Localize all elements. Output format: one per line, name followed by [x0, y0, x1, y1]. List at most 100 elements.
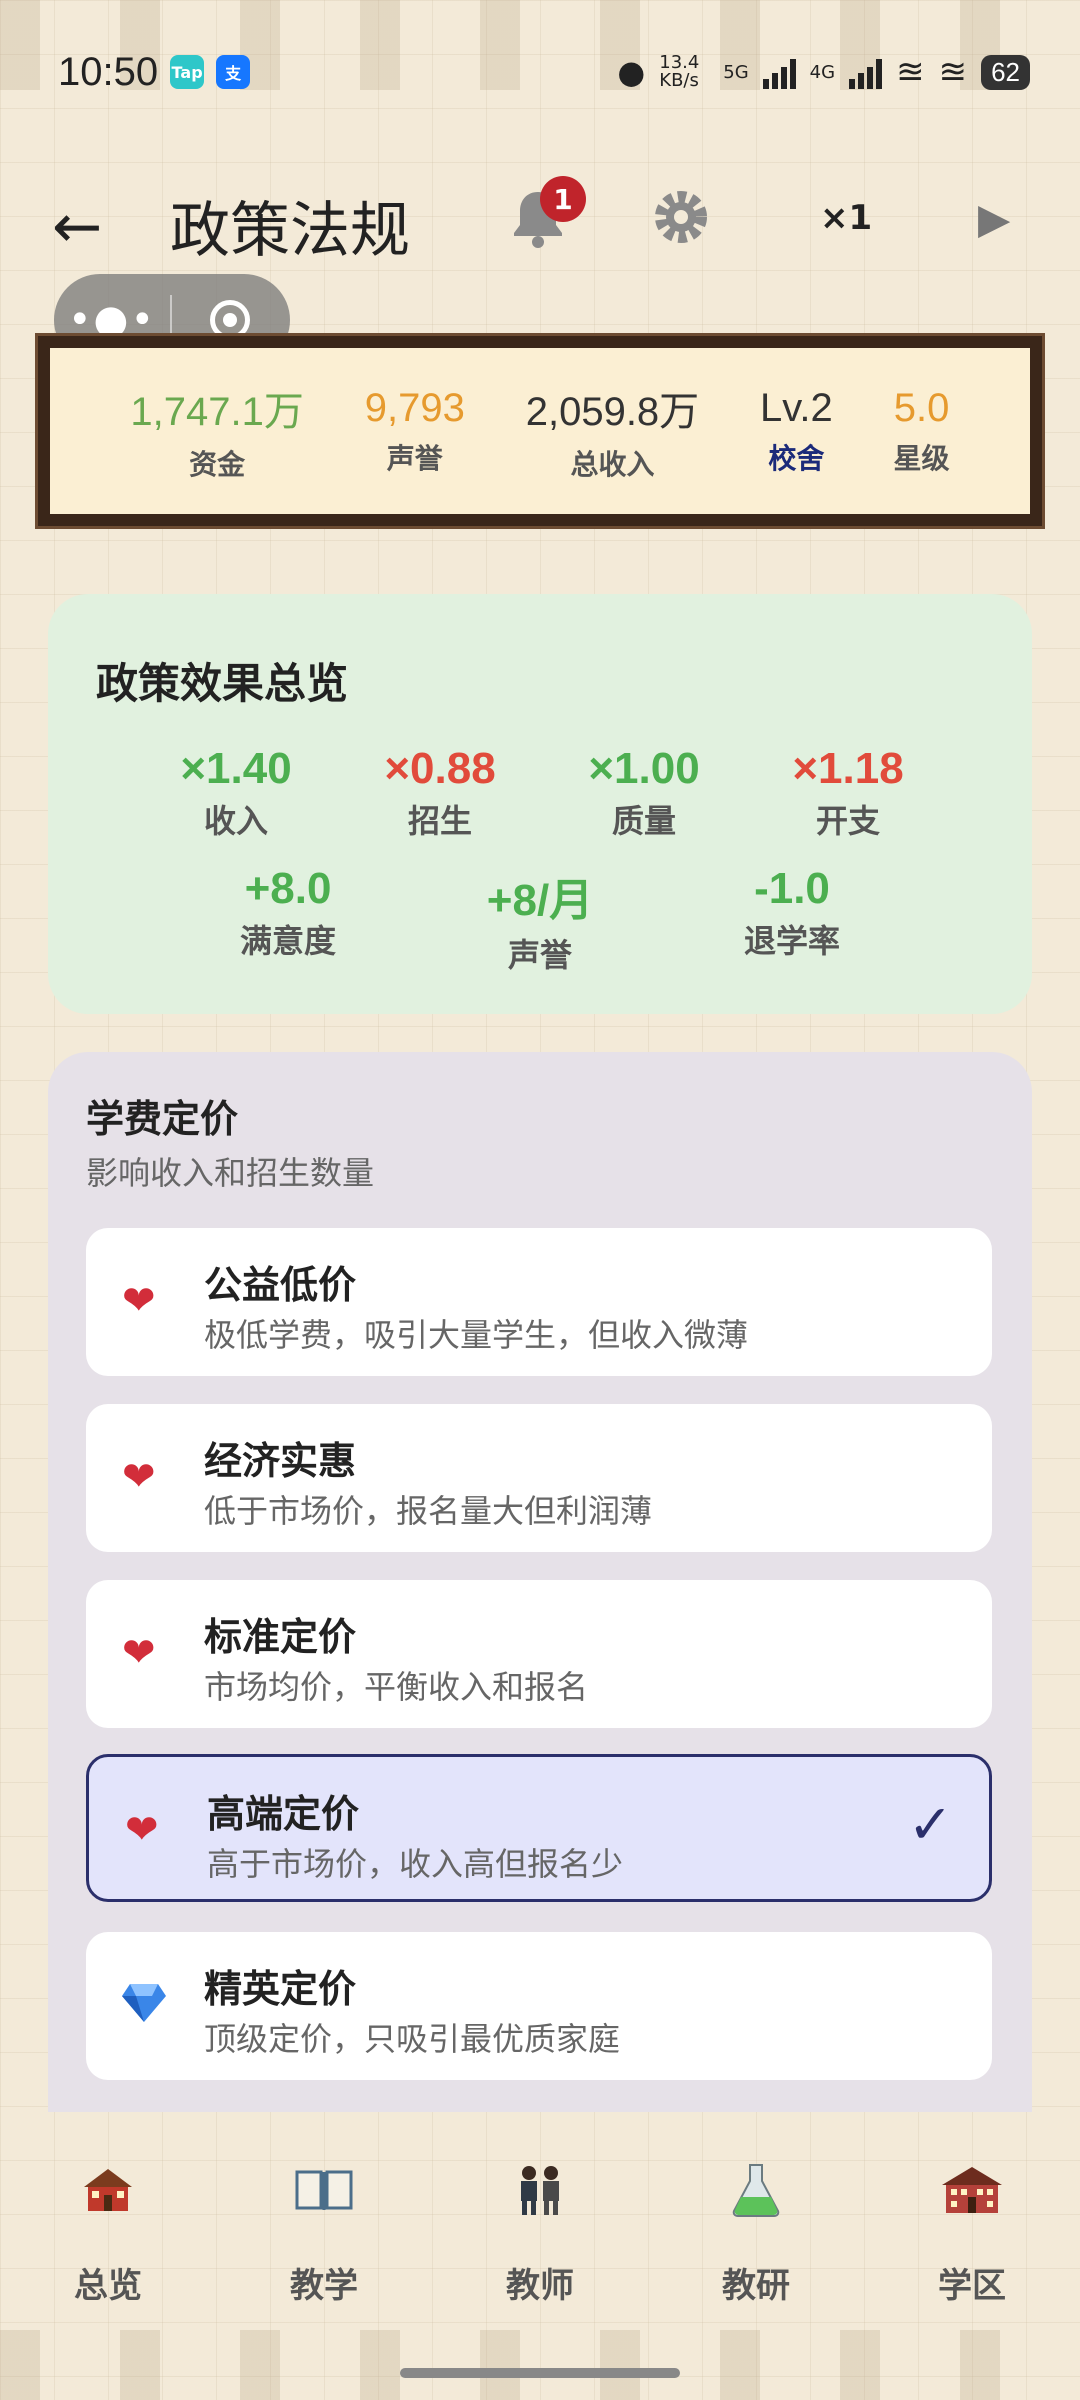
effect-value: +8.0 — [244, 864, 332, 913]
teachers-icon — [432, 2150, 648, 2230]
resource-building-level[interactable]: Lv.2 校舍 — [760, 386, 833, 477]
effect-value: ×1.00 — [588, 744, 700, 793]
option-description: 低于市场价，报名量大但利润薄 — [204, 1492, 653, 1530]
resource-label: 星级 — [893, 441, 950, 475]
game-speed-button[interactable]: ×1 — [820, 198, 872, 238]
nav-item-teaching[interactable]: 教学 — [216, 2150, 432, 2330]
nav-label: 教研 — [722, 2266, 790, 2306]
heart-icon: ❤ — [122, 1630, 156, 1676]
signal-5g-icon — [762, 55, 796, 89]
signal-4g-icon — [849, 55, 883, 89]
heart-icon: ❤ — [125, 1807, 159, 1853]
resource-value: 1,747.1万 — [130, 390, 304, 434]
option-description: 市场均价，平衡收入和报名 — [204, 1668, 589, 1706]
section-subtitle: 影响收入和招生数量 — [86, 1154, 375, 1192]
section-title: 学费定价 — [86, 1097, 239, 1141]
effect-quality: ×1.00 质量 — [544, 744, 744, 842]
page-title: 政策法规 — [170, 196, 410, 266]
resource-bar: 1,747.1万 资金 9,793 声誉 2,059.8万 总收入 Lv.2 校… — [35, 333, 1045, 529]
school-house-icon — [0, 2150, 216, 2230]
taptap-notification-icon: Tap — [170, 55, 205, 89]
status-right: ● 13.4 KB/s 5G 4G ≊ ≊ 62 — [617, 52, 1030, 92]
pricing-option-economy[interactable]: ❤ 经济实惠 低于市场价，报名量大但利润薄 — [86, 1404, 992, 1552]
sig2-label: 4G — [809, 61, 836, 83]
option-title: 公益低价 — [204, 1263, 357, 1307]
home-indicator[interactable] — [400, 2368, 680, 2378]
pricing-option-charity[interactable]: ❤ 公益低价 极低学费，吸引大量学生，但收入微薄 — [86, 1228, 992, 1376]
effect-label: 收入 — [203, 802, 268, 840]
alipay-notification-icon: 支 — [216, 55, 251, 89]
sig1-label: 5G — [723, 61, 749, 83]
option-description: 顶级定价，只吸引最优质家庭 — [204, 2020, 621, 2058]
resource-label: 校舍 — [768, 441, 825, 475]
tuition-pricing-section: 学费定价 影响收入和招生数量 ❤ 公益低价 极低学费，吸引大量学生，但收入微薄 … — [48, 1052, 1032, 2112]
nav-item-teachers[interactable]: 教师 — [432, 2150, 648, 2330]
effect-label: 声誉 — [507, 936, 572, 974]
wifi-icon: ≊ — [896, 52, 925, 92]
resource-value: 5.0 — [893, 385, 950, 430]
effect-value: -1.0 — [754, 864, 830, 913]
effect-value: +8/月 — [486, 876, 594, 925]
nav-item-district[interactable]: 学区 — [864, 2150, 1080, 2330]
book-icon — [216, 2150, 432, 2230]
pricing-option-standard[interactable]: ❤ 标准定价 市场均价，平衡收入和报名 — [86, 1580, 992, 1728]
gear-icon[interactable] — [650, 186, 712, 263]
option-title: 精英定价 — [204, 1967, 357, 2011]
bottom-navigation: 总览 教学 教师 教研 学区 — [0, 2150, 1080, 2330]
nav-label: 学区 — [938, 2266, 1006, 2306]
effect-expenses: ×1.18 开支 — [748, 744, 948, 842]
battery-indicator: 62 — [981, 54, 1030, 90]
effect-satisfaction: +8.0 满意度 — [188, 864, 388, 962]
effect-enrollment: ×0.88 招生 — [340, 744, 540, 842]
resource-star-rating: 5.0 星级 — [894, 386, 950, 477]
status-time: 10:50 — [58, 49, 159, 94]
option-title: 高端定价 — [207, 1792, 360, 1836]
effect-label: 质量 — [611, 802, 676, 840]
location-icon: ● — [617, 53, 646, 91]
checkmark-icon: ✓ — [907, 1793, 953, 1856]
effect-label: 满意度 — [239, 922, 336, 960]
resource-label: 资金 — [189, 448, 246, 481]
notification-badge: 1 — [540, 176, 586, 222]
heart-icon: ❤ — [122, 1454, 156, 1500]
resource-value: 2,059.8万 — [525, 390, 700, 434]
resource-value: Lv.2 — [760, 385, 833, 430]
wifi-icon-2: ≊ — [938, 52, 968, 92]
resource-total-income: 2,059.8万 总收入 — [526, 379, 699, 483]
resource-funds: 1,747.1万 资金 — [130, 379, 303, 483]
effect-income: ×1.40 收入 — [136, 744, 336, 842]
effect-label: 开支 — [815, 802, 880, 840]
nav-label: 总览 — [74, 2266, 142, 2306]
heart-icon: ❤ — [122, 1278, 156, 1324]
effect-value: ×1.40 — [180, 744, 292, 793]
effect-value: ×0.88 — [384, 744, 496, 793]
campus-building-icon — [864, 2150, 1080, 2230]
pricing-option-premium[interactable]: ❤ 高端定价 高于市场价，收入高但报名少 ✓ — [86, 1754, 992, 1902]
effect-label: 招生 — [407, 802, 472, 840]
app-header: ← 政策法规 1 ×1 ▶ — [0, 170, 1080, 280]
resource-label: 声誉 — [386, 441, 443, 475]
nav-item-research[interactable]: 教研 — [648, 2150, 864, 2330]
resource-reputation: 9,793 声誉 — [365, 386, 465, 477]
net-speed: 13.4 KB/s — [659, 52, 700, 91]
close-miniprogram-icon[interactable] — [172, 300, 288, 340]
effect-value: ×1.18 — [792, 744, 904, 793]
overview-title: 政策效果总览 — [96, 659, 349, 708]
gem-icon — [122, 1982, 166, 2032]
option-title: 标准定价 — [204, 1615, 357, 1659]
option-description: 极低学费，吸引大量学生，但收入微薄 — [204, 1316, 749, 1354]
effect-label: 退学率 — [743, 922, 840, 960]
resource-value: 9,793 — [364, 385, 465, 430]
effect-dropout-rate: -1.0 退学率 — [692, 864, 892, 962]
status-bar: 10:50 Tap 支 ● 13.4 KB/s 5G 4G ≊ ≊ 62 — [58, 40, 1030, 104]
option-description: 高于市场价，收入高但报名少 — [207, 1845, 624, 1883]
play-icon[interactable]: ▶ — [978, 194, 1010, 243]
nav-item-overview[interactable]: 总览 — [0, 2150, 216, 2330]
policy-effects-overview: 政策效果总览 ×1.40 收入 ×0.88 招生 ×1.00 质量 ×1.18 … — [48, 594, 1032, 1014]
nav-label: 教师 — [506, 2266, 574, 2306]
back-icon[interactable]: ← — [52, 192, 102, 262]
flask-icon — [648, 2150, 864, 2230]
effect-reputation: +8/月 声誉 — [440, 864, 640, 976]
option-title: 经济实惠 — [204, 1439, 357, 1483]
pricing-option-elite[interactable]: 精英定价 顶级定价，只吸引最优质家庭 — [86, 1932, 992, 2080]
